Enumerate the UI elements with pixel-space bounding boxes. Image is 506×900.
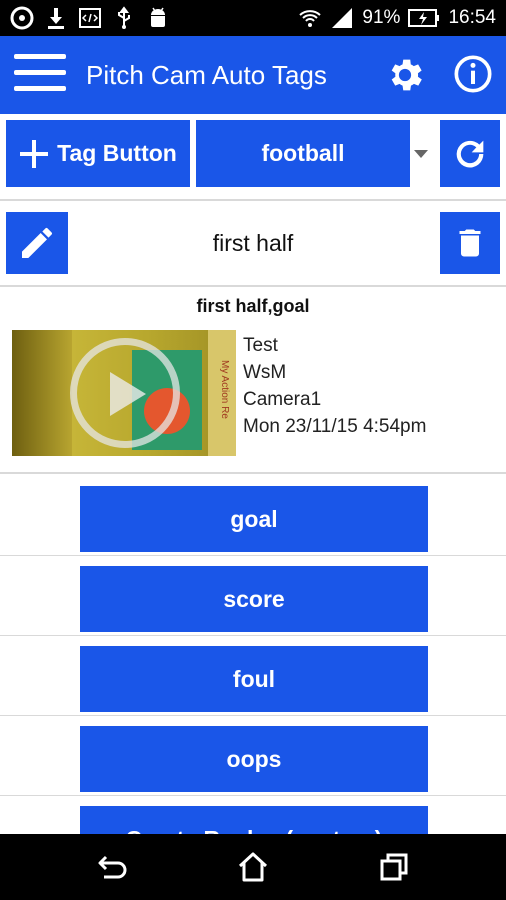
trash-icon	[459, 229, 481, 257]
status-bar: 91% 16:54	[0, 0, 506, 36]
add-tag-button[interactable]: Tag Button	[6, 120, 190, 187]
tag-button-goal[interactable]: goal	[80, 486, 428, 552]
delete-session-button[interactable]	[440, 212, 500, 274]
battery-percent: 91%	[362, 7, 401, 28]
refresh-button[interactable]	[440, 120, 500, 187]
code-icon	[79, 8, 101, 28]
android-icon	[151, 7, 165, 27]
app-bar: Pitch Cam Auto Tags	[0, 36, 506, 114]
list-item: goal	[0, 476, 506, 556]
clip-meta-line: Camera1	[243, 389, 322, 410]
sport-select-value: football	[261, 140, 345, 166]
sport-select[interactable]: football	[196, 120, 410, 187]
tag-button-create-replay[interactable]: Create Replay (custom)	[80, 806, 428, 834]
list-item: Create Replay (custom)	[0, 796, 506, 834]
hamburger-menu-icon[interactable]	[14, 54, 66, 96]
back-icon[interactable]	[96, 851, 130, 883]
usb-icon	[118, 6, 130, 29]
thumbnail-watermark: My Action Re	[219, 360, 230, 419]
add-tag-label: Tag Button	[57, 140, 177, 166]
tag-list: goal score foul oops Create Replay (cust…	[0, 476, 506, 834]
divider	[0, 472, 506, 474]
clock: 16:54	[448, 7, 496, 28]
list-item: foul	[0, 636, 506, 716]
toolbar: Tag Button football	[0, 114, 506, 200]
pencil-icon	[22, 228, 52, 258]
tag-button-oops[interactable]: oops	[80, 726, 428, 792]
recents-icon[interactable]	[378, 851, 412, 883]
wifi-icon	[299, 10, 322, 27]
divider	[0, 199, 506, 201]
tag-button-foul[interactable]: foul	[80, 646, 428, 712]
clip-meta: Test WsM Camera1 Mon 23/11/15 4:54pm	[243, 332, 426, 440]
session-name: first half	[212, 230, 294, 256]
list-item: oops	[0, 716, 506, 796]
circle-app-icon	[10, 6, 34, 30]
download-icon	[48, 8, 64, 29]
clip-title: first half,goal	[196, 296, 310, 316]
app-title: Pitch Cam Auto Tags	[86, 60, 327, 90]
list-item: score	[0, 556, 506, 636]
clip-meta-line: Test	[243, 335, 278, 356]
session-row: first half	[0, 202, 506, 284]
signal-icon	[332, 8, 353, 28]
tag-button-score[interactable]: score	[80, 566, 428, 632]
refresh-icon	[456, 140, 484, 168]
edit-session-button[interactable]	[6, 212, 68, 274]
video-thumbnail[interactable]: My Action Re	[12, 330, 236, 456]
clip-meta-line: WsM	[243, 362, 287, 383]
divider	[0, 285, 506, 287]
navigation-bar	[0, 834, 506, 900]
clip-item[interactable]: first half,goal My Action Re Test WsM Ca…	[0, 288, 506, 474]
info-icon[interactable]	[453, 54, 493, 94]
gear-icon[interactable]	[384, 54, 426, 96]
battery-charging-icon	[408, 9, 440, 27]
dropdown-arrow-icon[interactable]	[414, 150, 428, 158]
clip-meta-line: Mon 23/11/15 4:54pm	[243, 416, 427, 437]
plus-icon	[20, 139, 49, 168]
home-icon[interactable]	[236, 851, 270, 883]
